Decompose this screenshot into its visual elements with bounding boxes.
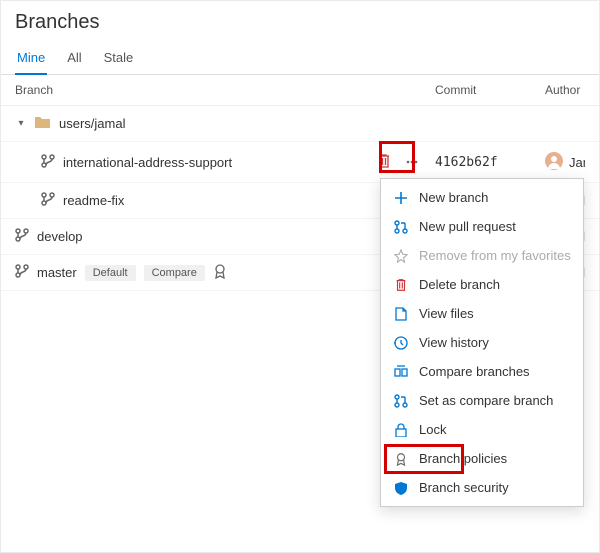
tab-stale[interactable]: Stale (102, 44, 136, 74)
branch-name: master (37, 265, 77, 280)
column-author[interactable]: Author (545, 83, 585, 97)
more-actions-button[interactable] (399, 150, 425, 174)
menu-label: New branch (419, 190, 488, 205)
branch-icon (15, 228, 29, 245)
tab-mine[interactable]: Mine (15, 44, 47, 75)
folder-name: users/jamal (59, 116, 125, 131)
compare-icon (393, 365, 409, 379)
trash-icon (393, 278, 409, 292)
menu-label: View files (419, 306, 474, 321)
menu-label: Branch policies (419, 451, 507, 466)
menu-new-pr[interactable]: New pull request (381, 212, 583, 241)
pull-request-icon (393, 220, 409, 234)
rosette-icon (213, 263, 227, 282)
pull-request-icon (393, 394, 409, 408)
branch-icon (15, 264, 29, 281)
compare-badge: Compare (144, 265, 205, 281)
menu-label: New pull request (419, 219, 516, 234)
menu-view-history[interactable]: View history (381, 328, 583, 357)
menu-remove-favorite: Remove from my favorites (381, 241, 583, 270)
file-icon (393, 307, 409, 321)
commit-hash[interactable]: 4162b62f (435, 155, 545, 170)
table-header: Branch Commit Author (1, 75, 599, 106)
tab-all[interactable]: All (65, 44, 83, 74)
column-commit[interactable]: Commit (435, 83, 545, 97)
menu-delete-branch[interactable]: Delete branch (381, 270, 583, 299)
menu-label: Compare branches (419, 364, 530, 379)
trash-icon[interactable] (377, 153, 391, 172)
branches-tabs: Mine All Stale (1, 38, 599, 75)
lock-icon (393, 423, 409, 437)
branch-context-menu: New branch New pull request Remove from … (380, 178, 584, 507)
author-name: Jamal (569, 155, 585, 170)
folder-row[interactable]: ▾ users/jamal (1, 106, 599, 142)
branch-name: readme-fix (63, 193, 124, 208)
branch-name: develop (37, 229, 83, 244)
branch-icon (41, 154, 55, 171)
menu-label: Set as compare branch (419, 393, 553, 408)
chevron-down-icon[interactable]: ▾ (15, 118, 27, 129)
menu-label: Delete branch (419, 277, 500, 292)
menu-compare-branches[interactable]: Compare branches (381, 357, 583, 386)
menu-label: Branch security (419, 480, 509, 495)
default-badge: Default (85, 265, 136, 281)
menu-new-branch[interactable]: New branch (381, 183, 583, 212)
plus-icon (393, 191, 409, 205)
avatar (545, 152, 563, 173)
rosette-icon (393, 452, 409, 466)
branch-row-intl[interactable]: international-address-support 4162b62f J… (1, 142, 599, 183)
menu-branch-security[interactable]: Branch security (381, 473, 583, 502)
column-branch[interactable]: Branch (15, 83, 355, 97)
menu-label: Remove from my favorites (419, 248, 571, 263)
folder-icon (35, 115, 51, 132)
branch-icon (41, 192, 55, 209)
history-icon (393, 336, 409, 350)
menu-lock[interactable]: Lock (381, 415, 583, 444)
star-outline-icon (393, 249, 409, 263)
menu-set-compare[interactable]: Set as compare branch (381, 386, 583, 415)
menu-branch-policies[interactable]: Branch policies (381, 444, 583, 473)
menu-view-files[interactable]: View files (381, 299, 583, 328)
branches-page: Branches Mine All Stale Branch Commit Au… (0, 0, 600, 553)
shield-icon (393, 481, 409, 495)
branch-name: international-address-support (63, 155, 232, 170)
menu-label: Lock (419, 422, 446, 437)
page-title: Branches (1, 1, 599, 38)
menu-label: View history (419, 335, 489, 350)
